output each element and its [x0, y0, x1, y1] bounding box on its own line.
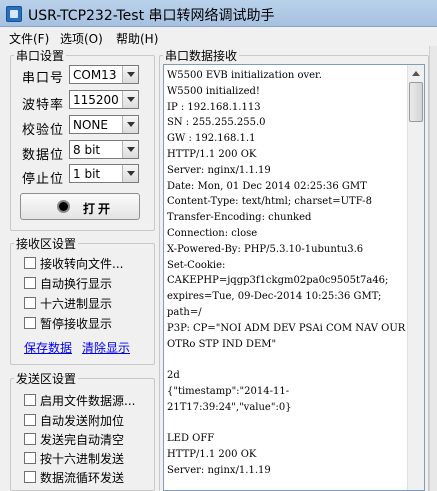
- chevron-down-icon[interactable]: [122, 141, 138, 158]
- hex-display-checkbox[interactable]: [24, 297, 36, 309]
- baud-value: 115200: [73, 93, 119, 107]
- window-title: USR-TCP232-Test 串口转网络调试助手: [28, 8, 275, 24]
- send-settings-title: 发送区设置: [16, 372, 77, 386]
- hex-display-label: 十六进制显示: [40, 297, 113, 311]
- serial-settings-title: 串口设置: [16, 49, 65, 63]
- pause-receive-checkbox[interactable]: [24, 317, 36, 329]
- parity-select[interactable]: NONE: [69, 115, 139, 134]
- receive-scrollbar[interactable]: [407, 65, 424, 490]
- menu-bar: 文件(F) 选项(O) 帮助(H): [0, 27, 437, 46]
- chevron-down-icon[interactable]: [122, 116, 138, 133]
- append-bits-checkbox[interactable]: [24, 414, 36, 426]
- chevron-down-icon[interactable]: [122, 66, 138, 83]
- receive-to-file-checkbox[interactable]: [24, 257, 36, 269]
- file-source-label: 启用文件数据源...: [40, 394, 136, 408]
- port-status-led-icon: [57, 200, 70, 213]
- scroll-up-arrow-icon[interactable]: [408, 65, 424, 82]
- baud-select[interactable]: 115200: [69, 90, 139, 109]
- open-port-button-label: 打开: [83, 202, 114, 216]
- receive-textarea[interactable]: W5500 EVB initialization over. W5500 ini…: [163, 64, 425, 491]
- append-bits-label: 自动发送附加位: [40, 414, 125, 428]
- loop-send-checkbox[interactable]: [24, 471, 36, 483]
- hex-send-label: 按十六进制发送: [40, 452, 125, 466]
- hex-send-checkbox[interactable]: [24, 452, 36, 464]
- chevron-down-icon[interactable]: [122, 165, 138, 182]
- port-label: 串口号: [22, 71, 65, 86]
- port-value: COM13: [73, 68, 117, 82]
- pause-receive-label: 暂停接收显示: [40, 317, 113, 331]
- auto-clear-label: 发送完自动清空: [40, 433, 125, 447]
- app-icon: [6, 6, 22, 22]
- window-edge: [429, 46, 437, 491]
- chevron-down-icon[interactable]: [122, 91, 138, 108]
- open-port-button[interactable]: 打开: [20, 193, 140, 220]
- stop-bits-value: 1 bit: [73, 167, 101, 181]
- loop-send-label: 数据流循环发送: [40, 471, 125, 485]
- menu-help[interactable]: 帮助(H): [116, 30, 158, 47]
- auto-clear-checkbox[interactable]: [24, 433, 36, 445]
- receive-area-title: 串口数据接收: [165, 49, 238, 63]
- menu-file[interactable]: 文件(F): [9, 30, 49, 47]
- stop-bits-select[interactable]: 1 bit: [69, 164, 139, 183]
- stop-bits-label: 停止位: [22, 172, 65, 187]
- menu-options[interactable]: 选项(O): [60, 30, 103, 47]
- title-bar: USR-TCP232-Test 串口转网络调试助手: [0, 0, 437, 27]
- data-bits-value: 8 bit: [73, 143, 101, 157]
- parity-label: 校验位: [22, 123, 65, 138]
- data-bits-select[interactable]: 8 bit: [69, 140, 139, 159]
- clear-display-link[interactable]: 清除显示: [82, 339, 130, 356]
- data-bits-label: 数据位: [22, 148, 65, 163]
- baud-label: 波特率: [22, 98, 65, 113]
- auto-wrap-checkbox[interactable]: [24, 277, 36, 289]
- auto-wrap-label: 自动换行显示: [40, 277, 113, 291]
- scrollbar-thumb[interactable]: [409, 82, 423, 122]
- parity-value: NONE: [73, 118, 108, 132]
- port-select[interactable]: COM13: [69, 65, 139, 84]
- receive-settings-title: 接收区设置: [16, 237, 77, 251]
- file-source-checkbox[interactable]: [24, 394, 36, 406]
- receive-text: W5500 EVB initialization over. W5500 ini…: [167, 70, 406, 476]
- save-data-link[interactable]: 保存数据: [24, 339, 72, 356]
- receive-to-file-label: 接收转向文件...: [40, 257, 124, 271]
